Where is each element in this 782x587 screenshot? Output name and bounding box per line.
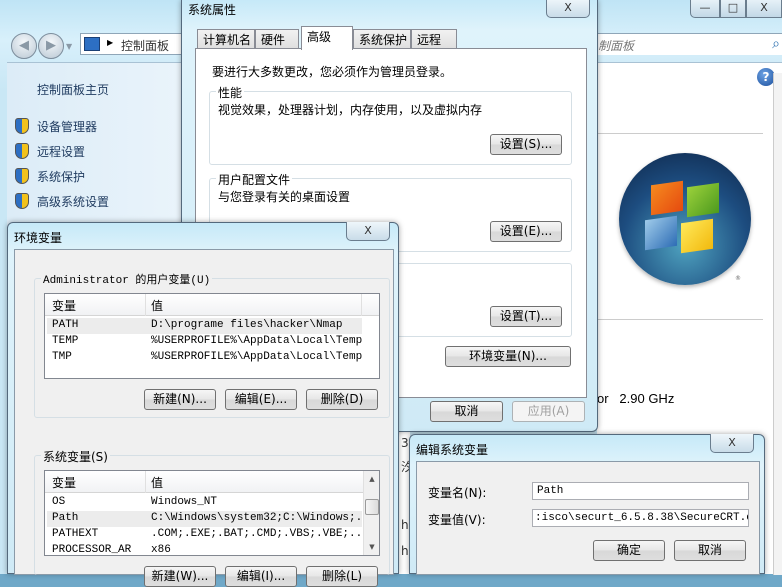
scroll-down-icon[interactable]: ▼: [364, 539, 379, 555]
column-header-value[interactable]: 值: [151, 474, 163, 491]
close-button[interactable]: X: [746, 0, 782, 18]
sidebar-home-link[interactable]: 控制面板主页: [37, 81, 109, 98]
variable-name-input[interactable]: Path: [532, 482, 749, 500]
tab-computer-name[interactable]: 计算机名: [197, 29, 255, 49]
close-button[interactable]: X: [346, 222, 390, 241]
list-item[interactable]: OS Windows_NT: [47, 495, 362, 511]
list-item[interactable]: PATH D:\programe files\hacker\Nmap: [47, 318, 362, 334]
search-placeholder: 制面板: [598, 39, 635, 53]
dialog-body: Administrator 的用户变量(U) 变量 值 PATH D:\prog…: [14, 249, 394, 587]
maximize-button[interactable]: □: [720, 0, 746, 18]
scrollbar-thumb[interactable]: [365, 499, 379, 515]
apply-button[interactable]: 应用(A): [512, 401, 585, 422]
cancel-button[interactable]: 取消: [430, 401, 503, 422]
control-panel-icon: [84, 37, 100, 51]
scroll-up-icon[interactable]: ▲: [364, 471, 379, 487]
tab-hardware[interactable]: 硬件: [255, 29, 299, 49]
tab-system-protection[interactable]: 系统保护: [353, 29, 411, 49]
system-edit-button[interactable]: 编辑(I)...: [225, 566, 297, 587]
list-item[interactable]: Path C:\Windows\system32;C:\Windows;...: [47, 511, 375, 527]
tab-remote[interactable]: 远程: [411, 29, 457, 49]
group-label: Administrator 的用户变量(U): [41, 271, 213, 287]
back-arrow-icon: ◀: [19, 38, 29, 53]
startup-recovery-settings-button[interactable]: 设置(T)...: [490, 306, 562, 327]
group-label: 用户配置文件: [216, 171, 293, 188]
vertical-scrollbar[interactable]: [773, 73, 782, 575]
breadcrumb-control-panel[interactable]: 控制面板: [121, 37, 169, 54]
breadcrumb-arrow-icon[interactable]: ▶: [107, 38, 113, 47]
registered-mark: ®: [735, 275, 741, 282]
system-variables-group: 系统变量(S) 变量 值 OS Windows_NT Path C:\Windo…: [34, 448, 390, 587]
variable-name-label: 变量名(N):: [428, 486, 487, 500]
dialog-body: 变量名(N): Path 变量值(V): :isco\securt_6.5.8.…: [416, 461, 760, 575]
processor-speed: 2.90 GHz: [619, 391, 675, 406]
user-variables-list[interactable]: 变量 值 PATH D:\programe files\hacker\Nmap …: [44, 293, 380, 379]
ok-button[interactable]: 确定: [593, 540, 665, 561]
vertical-scrollbar[interactable]: ▲ ▼: [363, 471, 379, 555]
divider: [597, 319, 763, 320]
close-button[interactable]: X: [710, 434, 754, 453]
variable-value-label: 变量值(V):: [428, 513, 486, 527]
search-icon[interactable]: ⌕: [772, 36, 780, 52]
close-button[interactable]: X: [546, 0, 590, 18]
divider: [597, 133, 763, 134]
list-header: 变量 值: [45, 471, 363, 493]
back-button[interactable]: ◀: [11, 33, 37, 59]
list-item[interactable]: TEMP %USERPROFILE%\AppData\Local\Temp: [47, 334, 362, 350]
user-edit-button[interactable]: 编辑(E)...: [225, 389, 297, 410]
column-header-variable[interactable]: 变量: [52, 297, 76, 314]
user-variables-group: Administrator 的用户变量(U) 变量 值 PATH D:\prog…: [34, 271, 390, 418]
user-new-button[interactable]: 新建(N)...: [144, 389, 216, 410]
column-header-value[interactable]: 值: [151, 297, 163, 314]
performance-group: 性能 视觉效果，处理器计划，内存使用，以及虚拟内存 设置(S)...: [209, 84, 572, 165]
uac-shield-icon: [15, 193, 29, 209]
user-profiles-settings-button[interactable]: 设置(E)...: [490, 221, 562, 242]
variable-value-input[interactable]: :isco\securt_6.5.8.38\SecureCRT.exe;: [532, 509, 749, 527]
list-item[interactable]: PATHEXT .COM;.EXE;.BAT;.CMD;.VBS;.VBE;..…: [47, 527, 375, 543]
column-header-variable[interactable]: 变量: [52, 474, 76, 491]
system-delete-button[interactable]: 删除(L): [306, 566, 378, 587]
list-item[interactable]: PROCESSOR_AR x86: [47, 543, 362, 555]
dialog-title: 系统属性: [188, 3, 237, 17]
environment-variables-button[interactable]: 环境变量(N)...: [445, 346, 571, 367]
forward-arrow-icon: ▶: [46, 38, 56, 53]
forward-button[interactable]: ▶: [38, 33, 64, 59]
minimize-button[interactable]: —: [690, 0, 720, 18]
performance-description: 视觉效果，处理器计划，内存使用，以及虚拟内存: [218, 103, 483, 117]
user-delete-button[interactable]: 删除(D): [306, 389, 378, 410]
list-item[interactable]: TMP %USERPROFILE%\AppData\Local\Temp: [47, 350, 362, 366]
edit-system-variable-dialog: 编辑系统变量 X 变量名(N): Path 变量值(V): :isco\secu…: [409, 434, 765, 575]
processor-info: or 2.90 GHz: [597, 391, 675, 406]
uac-shield-icon: [15, 168, 29, 184]
group-label: 系统变量(S): [41, 448, 110, 465]
dialog-title: 编辑系统变量: [416, 443, 489, 457]
search-input[interactable]: 制面板 ⌕: [598, 33, 782, 55]
admin-note: 要进行大多数更改，您必须作为管理员登录。: [212, 65, 453, 79]
cancel-button[interactable]: 取消: [674, 540, 746, 561]
system-new-button[interactable]: 新建(W)...: [144, 566, 216, 587]
dialog-title: 环境变量: [14, 231, 63, 245]
system-variables-list[interactable]: 变量 值 OS Windows_NT Path C:\Windows\syste…: [44, 470, 380, 556]
uac-shield-icon: [15, 118, 29, 134]
list-header: 变量 值: [45, 294, 379, 316]
tab-advanced[interactable]: 高级: [301, 26, 353, 50]
performance-settings-button[interactable]: 设置(S)...: [490, 134, 562, 155]
recent-pages-dropdown-icon[interactable]: ▼: [66, 42, 72, 51]
windows-logo: [619, 153, 751, 285]
user-profiles-description: 与您登录有关的桌面设置: [218, 190, 351, 204]
group-label: 性能: [216, 84, 245, 101]
uac-shield-icon: [15, 143, 29, 159]
environment-variables-dialog: 环境变量 X Administrator 的用户变量(U) 变量 值 PATH …: [7, 222, 399, 587]
